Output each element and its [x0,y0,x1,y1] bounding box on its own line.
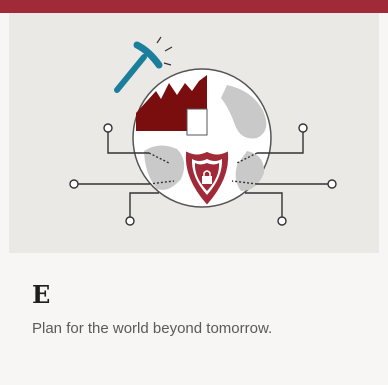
accent-bar [0,0,388,13]
feature-card: E Plan for the world beyond tomorrow. [0,0,388,385]
hero-illustration [9,13,379,253]
card-description: Plan for the world beyond tomorrow. [32,320,273,337]
card-title: E [32,280,51,309]
